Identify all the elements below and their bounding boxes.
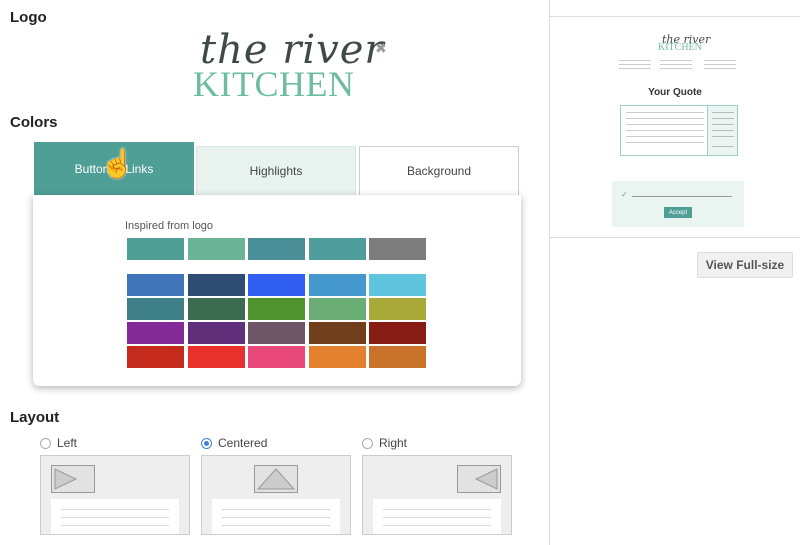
logo-color-swatch[interactable] xyxy=(369,238,426,260)
color-palette-panel: Inspired from logo xyxy=(33,195,521,386)
view-full-size-button[interactable]: View Full-size xyxy=(697,252,793,278)
image-placeholder-icon xyxy=(51,465,95,493)
color-swatch[interactable] xyxy=(127,298,184,320)
logo-section-title: Logo xyxy=(10,9,47,26)
logo-color-swatch[interactable] xyxy=(188,238,245,260)
color-swatch[interactable] xyxy=(248,322,305,344)
color-swatch[interactable] xyxy=(188,346,245,368)
layout-option-left[interactable]: Left xyxy=(40,436,77,450)
palette-caption: Inspired from logo xyxy=(125,220,214,232)
image-placeholder-icon xyxy=(457,465,501,493)
colors-section-title: Colors xyxy=(10,114,58,131)
layout-card-centered[interactable] xyxy=(201,455,351,535)
color-swatch[interactable] xyxy=(127,274,184,296)
color-swatch[interactable] xyxy=(248,274,305,296)
layout-option-label: Centered xyxy=(218,436,268,450)
hand-cursor-icon: ☝ xyxy=(100,148,135,179)
color-swatch[interactable] xyxy=(369,346,426,368)
layout-option-right[interactable]: Right xyxy=(362,436,407,450)
layout-card-left[interactable] xyxy=(40,455,190,535)
color-swatch[interactable] xyxy=(309,298,366,320)
color-swatch[interactable] xyxy=(309,322,366,344)
logo-color-swatch[interactable] xyxy=(309,238,366,260)
divider xyxy=(550,16,800,17)
color-swatch[interactable] xyxy=(127,346,184,368)
color-swatch[interactable] xyxy=(188,322,245,344)
settings-panel: Logo the river KITCHEN ✖ Colors Buttons … xyxy=(0,0,549,545)
radio-left[interactable] xyxy=(40,437,51,449)
color-swatch[interactable] xyxy=(309,274,366,296)
preview-text-lines xyxy=(704,60,736,72)
color-swatch[interactable] xyxy=(188,298,245,320)
layout-option-label: Left xyxy=(57,436,78,450)
color-swatch[interactable] xyxy=(369,298,426,320)
color-swatch[interactable] xyxy=(248,298,305,320)
layout-section-title: Layout xyxy=(10,409,60,426)
check-icon: ✓ xyxy=(621,190,628,199)
color-swatch[interactable] xyxy=(309,346,366,368)
preview-text-lines xyxy=(660,60,692,72)
layout-text-block xyxy=(51,499,179,534)
preview-logo-brand: KITCHEN xyxy=(658,42,702,53)
logo-color-swatch[interactable] xyxy=(127,238,184,260)
logo-color-swatch[interactable] xyxy=(248,238,305,260)
image-placeholder-icon xyxy=(254,465,298,493)
preview-signature-block: ✓ Accept xyxy=(612,181,744,227)
preview-text-lines xyxy=(619,60,651,72)
divider xyxy=(550,237,800,238)
radio-right[interactable] xyxy=(362,437,373,449)
layout-option-centered[interactable]: Centered xyxy=(201,436,267,450)
color-swatch[interactable] xyxy=(248,346,305,368)
color-swatch[interactable] xyxy=(369,322,426,344)
tab-highlights[interactable]: Highlights xyxy=(196,146,356,196)
layout-text-block xyxy=(373,499,501,534)
preview-panel: the river KITCHEN Your Quote ✓ Accept Vi… xyxy=(550,0,800,545)
layout-option-label: Right xyxy=(379,436,408,450)
preview-quote-table xyxy=(620,105,738,156)
layout-card-right[interactable] xyxy=(362,455,512,535)
color-swatch[interactable] xyxy=(369,274,426,296)
layout-text-block xyxy=(212,499,340,534)
preview-accept-button: Accept xyxy=(664,207,692,218)
color-swatch[interactable] xyxy=(127,322,184,344)
color-swatch[interactable] xyxy=(188,274,245,296)
tab-background[interactable]: Background xyxy=(359,146,519,196)
preview-quote-title: Your Quote xyxy=(648,87,702,98)
remove-logo-icon[interactable]: ✖ xyxy=(375,40,387,56)
radio-centered[interactable] xyxy=(201,437,212,449)
logo-brand-text: KITCHEN xyxy=(193,64,355,104)
